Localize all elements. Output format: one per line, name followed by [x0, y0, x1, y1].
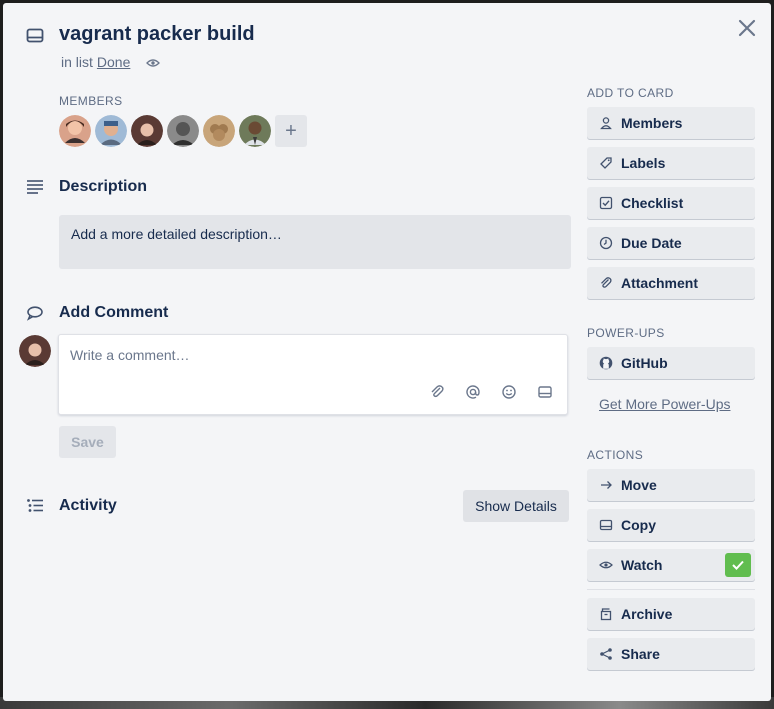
list-info: in list Done	[61, 54, 161, 70]
actions-label: ACTIONS	[587, 448, 644, 462]
card-link-icon[interactable]	[537, 384, 553, 400]
paperclip-icon	[599, 276, 613, 290]
paperclip-icon[interactable]	[429, 384, 445, 400]
checkmark-icon	[725, 553, 751, 577]
save-button[interactable]: Save	[59, 426, 116, 458]
in-list-text: in list	[61, 54, 93, 70]
archive-button-label: Archive	[621, 606, 673, 622]
card-detail-modal: vagrant packer build in list Done MEMBERS…	[3, 3, 771, 701]
eye-icon	[146, 58, 161, 68]
labels-button-label: Labels	[621, 155, 666, 171]
checklist-button-label: Checklist	[621, 195, 684, 211]
actions-divider	[587, 589, 755, 590]
share-button[interactable]: Share	[587, 638, 755, 670]
attachment-button-label: Attachment	[621, 275, 699, 291]
activity-title: Activity	[59, 497, 117, 514]
avatar[interactable]	[167, 115, 199, 147]
avatar[interactable]	[239, 115, 271, 147]
github-button-label: GitHub	[621, 355, 668, 371]
members-button-label: Members	[621, 115, 683, 131]
show-details-button[interactable]: Show Details	[463, 490, 569, 522]
arrow-right-icon	[599, 478, 613, 492]
move-button[interactable]: Move	[587, 469, 755, 501]
members-label: MEMBERS	[59, 94, 123, 108]
due-date-button[interactable]: Due Date	[587, 227, 755, 259]
eye-icon	[599, 558, 613, 572]
avatar[interactable]	[59, 115, 91, 147]
add-comment-title: Add Comment	[59, 304, 169, 321]
description-field[interactable]: Add a more detailed description…	[59, 215, 571, 269]
mention-icon[interactable]	[465, 384, 481, 400]
get-more-power-ups-link[interactable]: Get More Power-Ups	[599, 396, 730, 412]
close-icon[interactable]	[736, 17, 758, 39]
list-link[interactable]: Done	[97, 54, 130, 70]
share-button-label: Share	[621, 646, 660, 662]
move-button-label: Move	[621, 477, 657, 493]
github-icon	[599, 356, 613, 370]
emoji-icon[interactable]	[501, 384, 517, 400]
members-button[interactable]: Members	[587, 107, 755, 139]
activity-icon	[26, 498, 44, 514]
card-title[interactable]: vagrant packer build	[59, 23, 255, 46]
checklist-button[interactable]: Checklist	[587, 187, 755, 219]
person-icon	[599, 116, 613, 130]
avatar[interactable]	[95, 115, 127, 147]
archive-icon	[599, 607, 613, 621]
comment-toolbar	[429, 384, 553, 400]
clock-icon	[599, 236, 613, 250]
checkbox-icon	[599, 196, 613, 210]
due-date-button-label: Due Date	[621, 235, 682, 251]
description-title: Description	[59, 178, 148, 195]
share-icon	[599, 647, 613, 661]
power-ups-label: POWER-UPS	[587, 326, 665, 340]
description-icon	[26, 179, 44, 195]
labels-button[interactable]: Labels	[587, 147, 755, 179]
copy-button-label: Copy	[621, 517, 656, 533]
comment-placeholder: Write a comment…	[70, 347, 190, 363]
avatar[interactable]	[203, 115, 235, 147]
comment-icon	[26, 305, 44, 321]
current-user-avatar	[19, 335, 51, 367]
github-button[interactable]: GitHub	[587, 347, 755, 379]
card-icon	[599, 518, 613, 532]
attachment-button[interactable]: Attachment	[587, 267, 755, 299]
add-to-card-label: ADD TO CARD	[587, 86, 674, 100]
avatar[interactable]	[131, 115, 163, 147]
comment-input[interactable]: Write a comment…	[58, 334, 568, 415]
archive-button[interactable]: Archive	[587, 598, 755, 630]
tag-icon	[599, 156, 613, 170]
copy-button[interactable]: Copy	[587, 509, 755, 541]
members-list: +	[59, 115, 307, 147]
card-icon	[26, 27, 44, 45]
watch-button-label: Watch	[621, 557, 663, 573]
watch-button[interactable]: Watch	[587, 549, 755, 581]
add-member-button[interactable]: +	[275, 115, 307, 147]
